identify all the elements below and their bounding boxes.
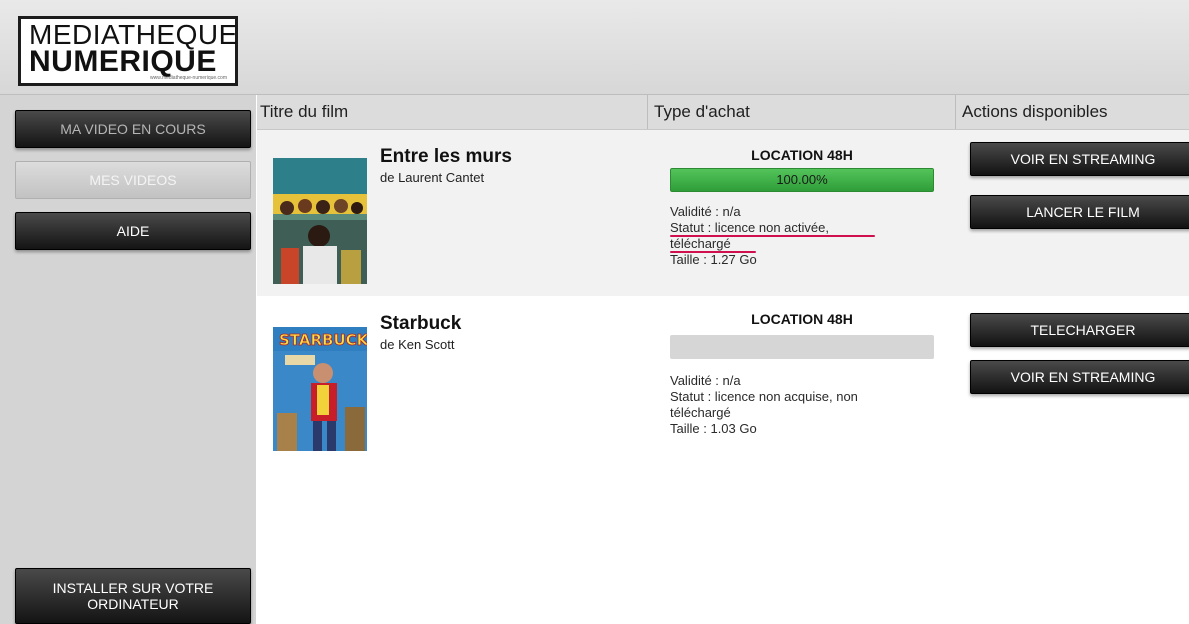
launch-film-button[interactable]: LANCER LE FILM xyxy=(970,195,1189,229)
stream-button[interactable]: VOIR EN STREAMING xyxy=(970,142,1189,176)
size-text: Taille : 1.27 Go xyxy=(670,252,757,267)
size-text: Taille : 1.03 Go xyxy=(670,421,757,436)
help-button[interactable]: AIDE xyxy=(15,212,251,250)
my-current-video-button[interactable]: MA VIDEO EN COURS xyxy=(15,110,251,148)
table-header: Titre du film Type d'achat Actions dispo… xyxy=(257,95,1189,130)
status-text-line2: téléchargé xyxy=(670,405,731,420)
red-underline-annotation xyxy=(670,251,756,253)
film-title[interactable]: Starbuck xyxy=(380,313,461,335)
logo-url: www.mediatheque-numerique.com xyxy=(150,75,227,81)
column-title-header: Titre du film xyxy=(260,102,349,121)
stream-button[interactable]: VOIR EN STREAMING xyxy=(970,360,1189,394)
validity-text: Validité : n/a xyxy=(670,373,741,388)
table-row: STARBUCK Starbuck de Ken Scott LOCATION … xyxy=(257,297,1189,487)
download-button[interactable]: TELECHARGER xyxy=(970,313,1189,347)
table-row: Entre les murs de Laurent Cantet LOCATIO… xyxy=(257,130,1189,296)
status-text-line1: Statut : licence non acquise, non xyxy=(670,389,858,404)
sidebar: MA VIDEO EN COURS MES VIDEOS AIDE INSTAL… xyxy=(0,95,256,624)
download-progress-bar xyxy=(670,335,934,359)
install-button[interactable]: INSTALLER SUR VOTRE ORDINATEUR xyxy=(15,568,251,624)
status-text-line1: Statut : licence non activée, xyxy=(670,220,829,235)
film-title[interactable]: Entre les murs xyxy=(380,146,512,168)
column-purchase-type-header: Type d'achat xyxy=(647,95,954,129)
my-videos-button[interactable]: MES VIDEOS xyxy=(15,161,251,199)
progress-label: 100.00% xyxy=(776,172,828,187)
poster-starbuck-image: STARBUCK xyxy=(273,327,367,451)
status-line2-wrap: téléchargé xyxy=(670,236,910,253)
film-director: de Ken Scott xyxy=(380,337,455,352)
status-line1-wrap: Statut : licence non activée, xyxy=(670,220,910,237)
purchase-type-label: LOCATION 48H xyxy=(751,311,853,327)
film-info: Validité : n/a Statut : licence non acqu… xyxy=(670,373,910,437)
poster-entre-les-murs-image xyxy=(273,158,367,284)
svg-text:STARBUCK: STARBUCK xyxy=(279,331,367,349)
app-header: MEDIATHEQUE NUMERIQUE www.mediatheque-nu… xyxy=(0,0,1189,95)
status-text-line2: téléchargé xyxy=(670,236,731,251)
download-progress-bar: 100.00% xyxy=(670,168,934,192)
column-actions-header: Actions disponibles xyxy=(955,95,1189,129)
film-director: de Laurent Cantet xyxy=(380,170,485,185)
validity-text: Validité : n/a xyxy=(670,204,741,219)
purchase-type-label: LOCATION 48H xyxy=(751,147,853,163)
mediatheque-logo[interactable]: MEDIATHEQUE NUMERIQUE www.mediatheque-nu… xyxy=(18,16,238,86)
film-info: Validité : n/a Statut : licence non acti… xyxy=(670,204,910,268)
logo-line2: NUMERIQUE xyxy=(29,45,217,78)
